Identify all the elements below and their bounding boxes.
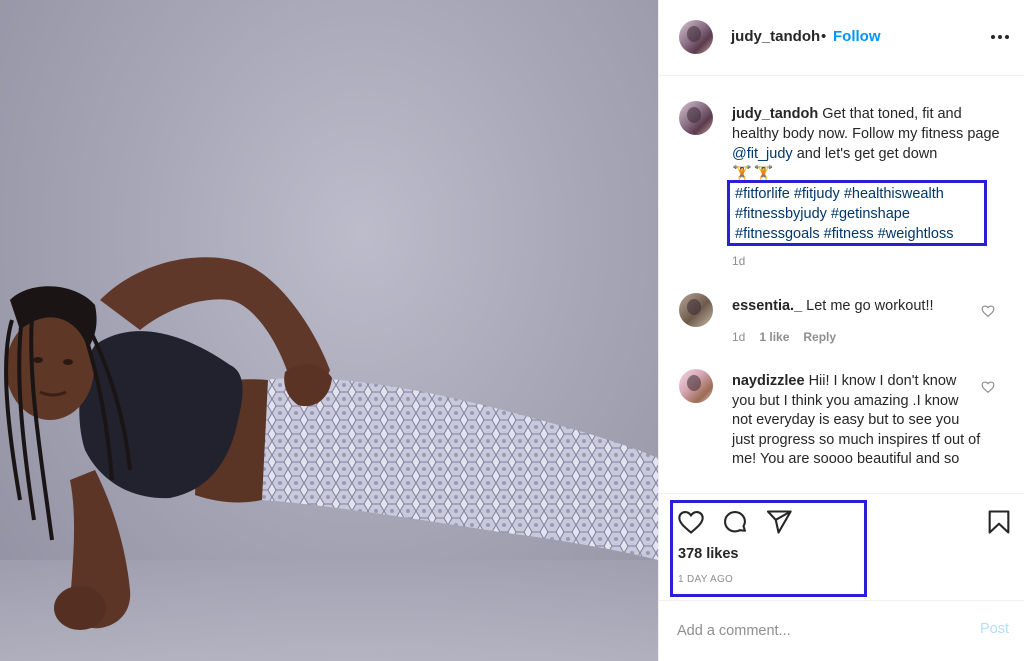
hashtag-link[interactable]: #healthiswealth xyxy=(844,186,944,202)
comment-heart-icon[interactable] xyxy=(981,304,995,318)
caption-avatar[interactable] xyxy=(679,101,713,135)
commenter-avatar[interactable] xyxy=(679,293,713,327)
separator-dot: • xyxy=(821,28,827,45)
hashtag-link[interactable]: #getinshape xyxy=(831,206,910,222)
share-icon[interactable] xyxy=(765,508,793,536)
reply-button[interactable]: Reply xyxy=(803,330,836,344)
caption-mention-link[interactable]: @fit_judy xyxy=(732,146,793,162)
comment-username[interactable]: essentia._ xyxy=(732,298,802,314)
hashtag-link[interactable]: #weightloss xyxy=(878,226,954,242)
hashtag-link[interactable]: #fitforlife xyxy=(735,186,790,202)
post-actions: 378 likes 1 DAY AGO xyxy=(659,493,1024,600)
comment-item: essentia._ Let me go workout!! xyxy=(732,297,982,317)
caption: judy_tandoh Get that toned, fit and heal… xyxy=(732,104,1002,185)
comment-meta: 1d 1 like Reply xyxy=(732,330,836,344)
comment-item: naydizzlee Hii! I know I don't know you … xyxy=(732,372,982,470)
comment-input[interactable] xyxy=(677,619,957,643)
hashtags-highlight-box: #fitforlife #fitjudy #healthiswealth #fi… xyxy=(727,180,987,246)
more-horizontal-icon[interactable] xyxy=(991,28,1013,46)
caption-timestamp[interactable]: 1d xyxy=(732,254,745,268)
add-comment-bar: Post xyxy=(659,600,1024,661)
comment-heart-icon[interactable] xyxy=(981,380,995,394)
bookmark-icon[interactable] xyxy=(985,508,1013,536)
post-header: judy_tandoh • Follow xyxy=(659,0,1024,76)
hashtag-link[interactable]: #fitjudy xyxy=(794,186,840,202)
woman-side-plank-illustration xyxy=(0,257,658,661)
caption-text-after: and let's get get down xyxy=(796,146,938,162)
comments-section[interactable]: judy_tandoh Get that toned, fit and heal… xyxy=(659,77,1024,493)
likes-count[interactable]: 378 likes xyxy=(678,546,738,562)
comment-timestamp[interactable]: 1d xyxy=(732,330,745,344)
post-photo[interactable] xyxy=(0,0,658,661)
comment-like-count[interactable]: 1 like xyxy=(759,330,789,344)
hashtag-link[interactable]: #fitness xyxy=(824,226,874,242)
author-avatar[interactable] xyxy=(679,20,713,54)
follow-button[interactable]: Follow xyxy=(833,28,881,45)
post-side-panel: judy_tandoh • Follow judy_tandoh Get tha… xyxy=(658,0,1024,661)
hashtag-link[interactable]: #fitnessbyjudy xyxy=(735,206,827,222)
comment-text: Let me go workout!! xyxy=(806,298,934,314)
heart-icon[interactable] xyxy=(677,508,705,536)
hashtag-link[interactable]: #fitnessgoals xyxy=(735,226,820,242)
caption-username[interactable]: judy_tandoh xyxy=(732,106,818,122)
commenter-avatar[interactable] xyxy=(679,369,713,403)
post-timestamp[interactable]: 1 DAY AGO xyxy=(678,574,733,585)
comment-icon[interactable] xyxy=(721,508,749,536)
comment-username[interactable]: naydizzlee xyxy=(732,373,805,389)
author-username[interactable]: judy_tandoh xyxy=(731,28,820,45)
post-comment-button[interactable]: Post xyxy=(980,621,1009,637)
